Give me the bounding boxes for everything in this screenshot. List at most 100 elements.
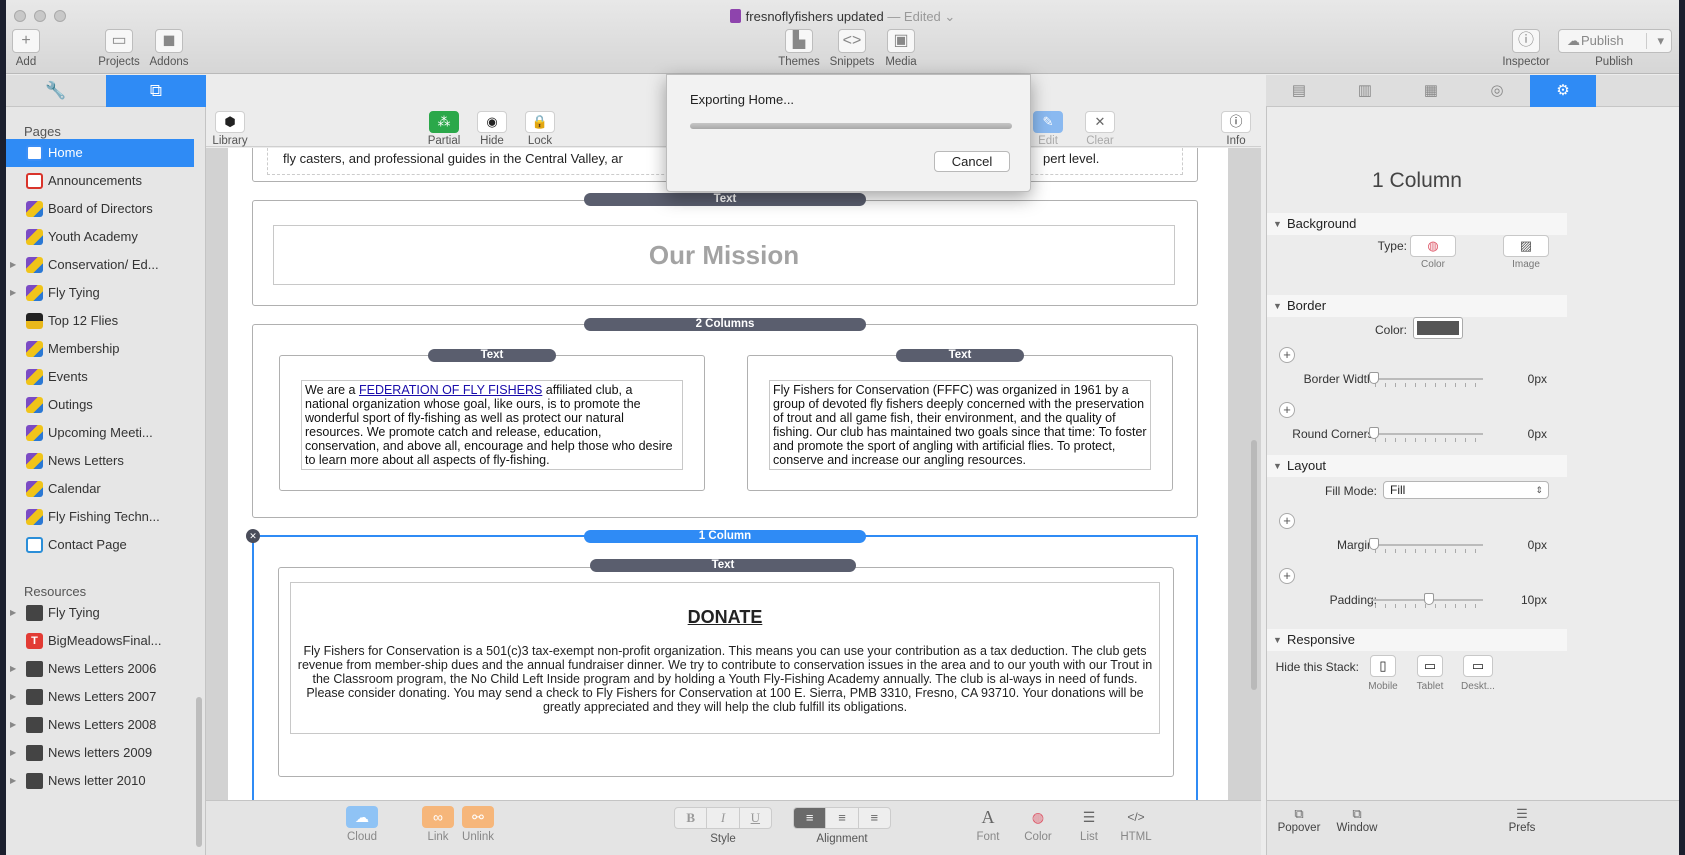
pages-item[interactable]: ▶ Fly Tying xyxy=(6,279,194,307)
border-width-knob[interactable] xyxy=(1369,372,1379,384)
donate-heading[interactable]: DONATE xyxy=(291,607,1159,628)
themes-button[interactable]: ▙ Themes xyxy=(773,29,825,68)
color-button[interactable]: ◍ Color xyxy=(1018,806,1058,843)
pages-item[interactable]: Fly Fishing Techn... xyxy=(6,503,194,531)
add-border-icon[interactable]: + xyxy=(1279,347,1295,363)
margin-slider[interactable] xyxy=(1371,544,1483,546)
projects-button[interactable]: ▭ Projects xyxy=(93,29,145,68)
resources-item[interactable]: T BigMeadowsFinal... xyxy=(6,627,194,655)
hide-tablet-toggle[interactable]: ▭ xyxy=(1417,655,1443,677)
responsive-section-header[interactable]: ▼ Responsive xyxy=(1267,629,1567,651)
border-width-slider[interactable] xyxy=(1371,378,1483,380)
resources-item[interactable]: ▶ News Letters 2008 xyxy=(6,711,194,739)
pages-item[interactable]: Board of Directors xyxy=(6,195,194,223)
add-button[interactable]: + Add xyxy=(10,29,42,68)
remove-stack-icon[interactable]: ✕ xyxy=(246,529,260,543)
pages-item[interactable]: News Letters xyxy=(6,447,194,475)
disclosure-triangle-icon[interactable]: ▶ xyxy=(10,739,16,767)
add-corner-icon[interactable]: + xyxy=(1279,402,1295,418)
media-button[interactable]: ▣ Media xyxy=(879,29,923,68)
underline-button[interactable]: U xyxy=(738,808,771,828)
stack-label-column-2[interactable]: Text xyxy=(896,349,1024,362)
disclosure-triangle-icon[interactable]: ▶ xyxy=(10,599,16,627)
column-2-textbox[interactable]: Fly Fishers for Conservation (FFFC) was … xyxy=(769,380,1151,470)
cloud-button[interactable]: ☁ Cloud xyxy=(340,806,384,843)
stack-label-donate[interactable]: Text xyxy=(590,559,856,572)
disclosure-triangle-icon[interactable]: ▶ xyxy=(10,251,16,279)
edit-button[interactable]: ✎ Edit xyxy=(1028,111,1068,147)
page-inspector-icon[interactable]: ▤ xyxy=(1266,75,1332,107)
margin-value[interactable]: 0px xyxy=(1497,538,1547,552)
pages-item[interactable]: Outings xyxy=(6,391,194,419)
hide-mobile-toggle[interactable]: ▯ xyxy=(1370,655,1396,677)
publish-button[interactable]: ☁ Publish ▾ xyxy=(1558,29,1672,53)
addons-button[interactable]: ◼ Addons xyxy=(145,29,193,68)
hide-desktop-toggle[interactable]: ▭ xyxy=(1463,655,1493,677)
resources-item[interactable]: ▶ Fly Tying xyxy=(6,599,194,627)
lock-button[interactable]: 🔒 Lock xyxy=(520,111,560,147)
disclosure-triangle-icon[interactable]: ▶ xyxy=(10,279,16,307)
border-color-well[interactable] xyxy=(1413,317,1463,339)
partial-button[interactable]: ⁂ Partial xyxy=(424,111,464,147)
clear-button[interactable]: ✕ Clear xyxy=(1080,111,1120,147)
link-button[interactable]: ∞ Link xyxy=(416,806,460,843)
unlink-button[interactable]: ⚯ Unlink xyxy=(456,806,500,843)
resources-item[interactable]: ▶ News Letters 2006 xyxy=(6,655,194,683)
italic-button[interactable]: I xyxy=(706,808,738,828)
two-columns-stack[interactable]: We are a FEDERATION OF FLY FISHERS affil… xyxy=(252,324,1198,518)
site-inspector-icon[interactable]: ▦ xyxy=(1398,75,1464,107)
pages-icon[interactable]: ⧉ xyxy=(106,75,206,107)
pages-item[interactable]: Calendar xyxy=(6,475,194,503)
edited-status[interactable]: — Edited xyxy=(887,9,940,24)
padding-knob[interactable] xyxy=(1424,593,1434,605)
mission-textbox[interactable]: Our Mission xyxy=(273,225,1175,285)
align-left-icon[interactable]: ≡ xyxy=(794,808,826,828)
round-corners-slider[interactable] xyxy=(1371,433,1483,435)
border-width-value[interactable]: 0px xyxy=(1497,372,1547,386)
donate-stack[interactable]: DONATE Fly Fishers for Conservation is a… xyxy=(278,567,1174,777)
layout-section-header[interactable]: ▼ Layout xyxy=(1267,455,1567,477)
mission-stack[interactable]: Our Mission xyxy=(252,200,1198,306)
align-right-icon[interactable]: ≡ xyxy=(857,808,890,828)
cancel-button[interactable]: Cancel xyxy=(934,151,1010,172)
donate-textbox[interactable]: DONATE Fly Fishers for Conservation is a… xyxy=(290,582,1160,734)
pages-item[interactable]: Home xyxy=(6,139,194,167)
stack-label-one-column[interactable]: 1 Column xyxy=(584,530,866,543)
popover-button[interactable]: ⧉ Popover xyxy=(1271,806,1327,834)
target-inspector-icon[interactable]: ◎ xyxy=(1464,75,1530,107)
background-image-button[interactable]: ▨ xyxy=(1503,235,1549,257)
pages-item[interactable]: Announcements xyxy=(6,167,194,195)
snippets-button[interactable]: <> Snippets xyxy=(825,29,879,68)
disclosure-triangle-icon[interactable]: ▶ xyxy=(10,711,16,739)
library-button[interactable]: ⬢ Library xyxy=(206,111,254,147)
pages-item[interactable]: Top 12 Flies xyxy=(6,307,194,335)
layout-inspector-icon[interactable]: ▥ xyxy=(1332,75,1398,107)
resources-item[interactable]: ▶ News letter 2010 xyxy=(6,767,194,795)
pages-item[interactable]: ▶ Conservation/ Ed... xyxy=(6,251,194,279)
column-2-stack[interactable]: Fly Fishers for Conservation (FFFC) was … xyxy=(747,355,1173,491)
align-center-icon[interactable]: ≡ xyxy=(825,808,857,828)
background-section-header[interactable]: ▼ Background xyxy=(1267,213,1567,235)
pages-item[interactable]: Youth Academy xyxy=(6,223,194,251)
add-margin-icon[interactable]: + xyxy=(1279,513,1295,529)
stack-label-text[interactable]: Text xyxy=(584,193,866,206)
round-corners-value[interactable]: 0px xyxy=(1497,427,1547,441)
column-1-textbox[interactable]: We are a FEDERATION OF FLY FISHERS affil… xyxy=(301,380,683,470)
pages-item[interactable]: Membership xyxy=(6,335,194,363)
stack-settings-icon[interactable]: ⚙ xyxy=(1530,75,1596,107)
hide-button[interactable]: ◉ Hide xyxy=(472,111,512,147)
one-column-stack[interactable]: DONATE Fly Fishers for Conservation is a… xyxy=(252,535,1198,800)
pages-item[interactable]: Upcoming Meeti... xyxy=(6,419,194,447)
donate-text[interactable]: Fly Fishers for Conservation is a 501(c)… xyxy=(293,644,1157,714)
resources-item[interactable]: ▶ News Letters 2007 xyxy=(6,683,194,711)
stack-label-column-1[interactable]: Text xyxy=(428,349,556,362)
sidebar-scrollbar[interactable] xyxy=(196,697,202,847)
wrench-icon[interactable]: 🔧 xyxy=(6,75,106,107)
margin-knob[interactable] xyxy=(1369,538,1379,550)
stack-label-two-columns[interactable]: 2 Columns xyxy=(584,318,866,331)
intro-text-right[interactable]: pert level. xyxy=(1043,151,1099,166)
html-button[interactable]: </> HTML xyxy=(1114,806,1158,843)
chevron-down-icon[interactable]: ▾ xyxy=(1657,30,1664,52)
resources-item[interactable]: ▶ News letters 2009 xyxy=(6,739,194,767)
canvas-scrollbar[interactable] xyxy=(1251,440,1257,690)
